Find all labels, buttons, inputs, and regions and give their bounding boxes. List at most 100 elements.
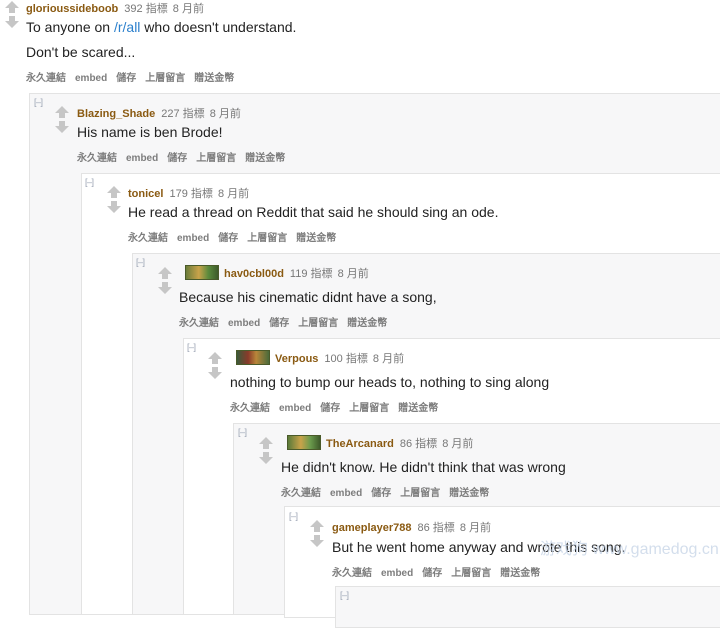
parent-button[interactable]: 上層留言: [145, 73, 185, 84]
author-link[interactable]: Verpous: [275, 353, 318, 365]
comment-text: who doesn't understand.: [140, 19, 297, 35]
embed-button[interactable]: embed: [381, 568, 413, 579]
embed-button[interactable]: embed: [177, 233, 209, 244]
author-link[interactable]: tonicel: [128, 188, 163, 200]
user-flair-avatar: [236, 350, 270, 365]
permalink-button[interactable]: 永久連結: [26, 73, 66, 84]
comment-actions: 永久連結 embed 儲存 上層留言 贈送金幣: [26, 69, 243, 84]
save-button[interactable]: 儲存: [422, 568, 442, 579]
permalink-button[interactable]: 永久連結: [77, 153, 117, 164]
save-button[interactable]: 儲存: [371, 488, 391, 499]
comment-body: Because his cinematic didnt have a song,: [179, 289, 437, 305]
upvote-icon[interactable]: [55, 106, 69, 118]
save-button[interactable]: 儲存: [116, 73, 136, 84]
parent-button[interactable]: 上層留言: [451, 568, 491, 579]
give-gold-button[interactable]: 贈送金幣: [398, 403, 438, 414]
vote-arrows: [5, 1, 19, 29]
upvote-icon[interactable]: [208, 352, 222, 364]
embed-button[interactable]: embed: [126, 153, 158, 164]
site-watermark: 游戏狗 www.gamedog.cn: [540, 541, 719, 558]
comment-body-line2: Don't be scared...: [26, 44, 136, 60]
timestamp: 8 月前: [337, 268, 369, 280]
parent-button[interactable]: 上層留言: [400, 488, 440, 499]
downvote-icon[interactable]: [259, 452, 273, 464]
give-gold-button[interactable]: 贈送金幣: [347, 318, 387, 329]
timestamp: 8 月前: [217, 188, 250, 200]
score: 392 指標: [124, 3, 168, 15]
give-gold-button[interactable]: 贈送金幣: [449, 488, 489, 499]
vote-arrows: [259, 437, 273, 465]
timestamp: 8 月前: [209, 108, 241, 120]
author-link[interactable]: glorioussideboob: [26, 3, 118, 15]
author-link[interactable]: hav0cbl00d: [224, 268, 284, 280]
parent-button[interactable]: 上層留言: [349, 403, 389, 414]
give-gold-button[interactable]: 贈送金幣: [194, 73, 234, 84]
subreddit-link[interactable]: /r/all: [114, 19, 140, 35]
downvote-icon[interactable]: [107, 201, 121, 213]
comment-body: To anyone on /r/all who doesn't understa…: [26, 19, 296, 35]
timestamp: 8 月前: [459, 522, 492, 534]
comment-tagline: glorioussideboob 392 指標 8 月前: [26, 0, 204, 16]
collapse-toggle[interactable]: [–]: [34, 97, 43, 107]
embed-button[interactable]: embed: [228, 318, 260, 329]
comment-actions: 永久連結 embed 儲存 上層留言 贈送金幣: [230, 399, 447, 414]
save-button[interactable]: 儲存: [218, 233, 238, 244]
permalink-button[interactable]: 永久連結: [332, 568, 372, 579]
give-gold-button[interactable]: 贈送金幣: [500, 568, 540, 579]
save-button[interactable]: 儲存: [167, 153, 187, 164]
collapse-toggle[interactable]: [–]: [340, 590, 349, 600]
upvote-icon[interactable]: [5, 1, 19, 13]
save-button[interactable]: 儲存: [269, 318, 289, 329]
permalink-button[interactable]: 永久連結: [281, 488, 321, 499]
downvote-icon[interactable]: [158, 282, 172, 294]
collapse-toggle[interactable]: [–]: [187, 342, 196, 352]
upvote-icon[interactable]: [158, 267, 172, 279]
upvote-icon[interactable]: [259, 437, 273, 449]
parent-button[interactable]: 上層留言: [196, 153, 236, 164]
parent-button[interactable]: 上層留言: [247, 233, 287, 244]
comment-actions: 永久連結 embed 儲存 上層留言 贈送金幣: [77, 149, 294, 164]
vote-arrows: [55, 106, 69, 134]
comment-tagline: hav0cbl00d 119 指標 8 月前: [185, 265, 369, 281]
comment-tagline: Verpous 100 指標 8 月前: [236, 350, 404, 366]
embed-button[interactable]: embed: [279, 403, 311, 414]
permalink-button[interactable]: 永久連結: [230, 403, 270, 414]
embed-button[interactable]: embed: [330, 488, 362, 499]
parent-button[interactable]: 上層留言: [298, 318, 338, 329]
score: 119 指標: [289, 268, 333, 280]
vote-arrows: [208, 352, 222, 380]
downvote-icon[interactable]: [310, 535, 324, 547]
permalink-button[interactable]: 永久連結: [128, 233, 168, 244]
user-flair-avatar: [185, 265, 219, 280]
downvote-icon[interactable]: [208, 367, 222, 379]
downvote-icon[interactable]: [55, 121, 69, 133]
collapse-toggle[interactable]: [–]: [289, 511, 298, 521]
comment-tagline: TheArcanard 86 指標 8 月前: [287, 435, 473, 451]
timestamp: 8 月前: [442, 438, 474, 450]
vote-arrows: [107, 186, 121, 214]
give-gold-button[interactable]: 贈送金幣: [245, 153, 285, 164]
embed-button[interactable]: embed: [75, 73, 107, 84]
score: 227 指標: [161, 108, 205, 120]
save-button[interactable]: 儲存: [320, 403, 340, 414]
author-link[interactable]: Blazing_Shade: [77, 108, 155, 120]
give-gold-button[interactable]: 贈送金幣: [296, 233, 336, 244]
score: 86 指標: [417, 522, 455, 534]
downvote-icon[interactable]: [5, 16, 19, 28]
collapse-toggle[interactable]: [–]: [238, 427, 247, 437]
collapse-toggle[interactable]: [–]: [136, 257, 145, 267]
comment-actions: 永久連結 embed 儲存 上層留言 贈送金幣: [128, 229, 345, 244]
score: 86 指標: [399, 438, 438, 450]
upvote-icon[interactable]: [310, 520, 324, 532]
permalink-button[interactable]: 永久連結: [179, 318, 219, 329]
vote-arrows: [310, 520, 324, 548]
vote-arrows: [158, 267, 172, 295]
comment-box-8: [335, 586, 720, 628]
score: 179 指標: [169, 188, 213, 200]
author-link[interactable]: gameplayer788: [332, 522, 412, 534]
collapse-toggle[interactable]: [–]: [85, 177, 94, 187]
comment-actions: 永久連結 embed 儲存 上層留言 贈送金幣: [281, 484, 498, 499]
timestamp: 8 月前: [372, 353, 405, 365]
author-link[interactable]: TheArcanard: [326, 438, 394, 450]
upvote-icon[interactable]: [107, 186, 121, 198]
